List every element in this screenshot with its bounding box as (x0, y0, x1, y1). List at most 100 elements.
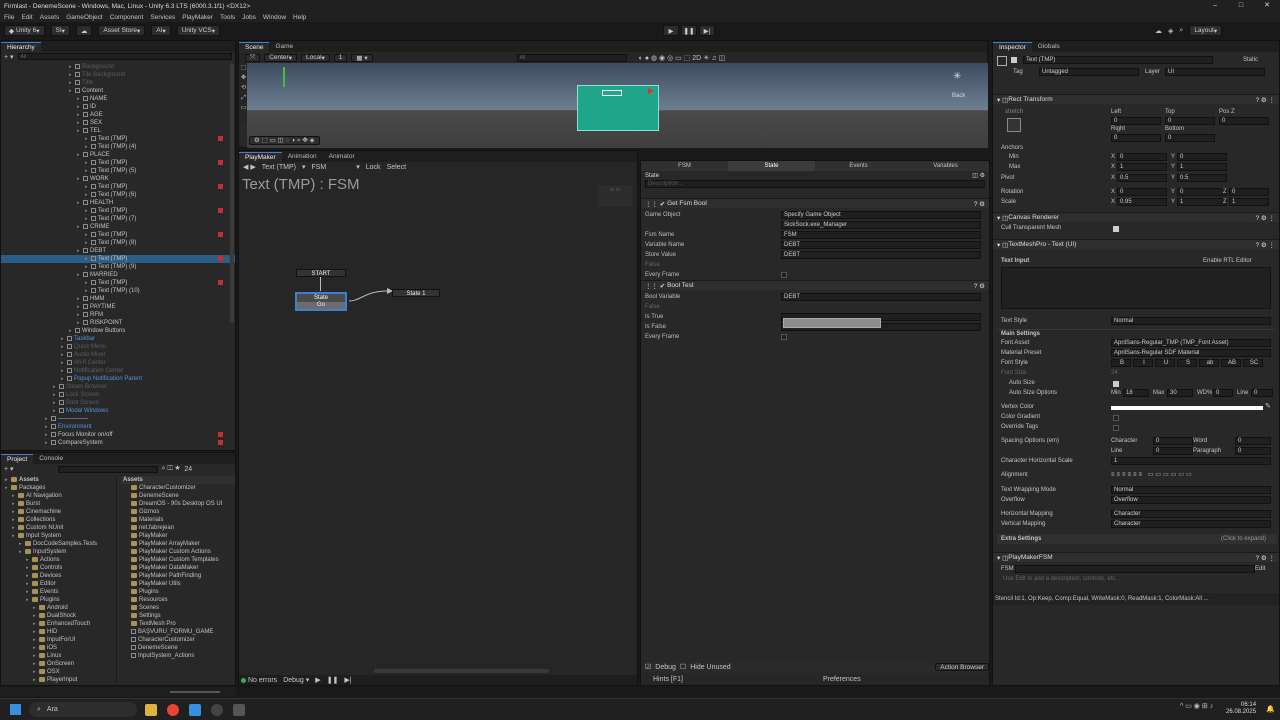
action-param-value[interactable]: SickSock.exe_Manager (781, 221, 981, 229)
project-folder[interactable]: ▸ DualShock (1, 612, 116, 620)
state-node-selected[interactable]: State Go (295, 292, 347, 311)
project-search-input[interactable] (57, 465, 158, 473)
hierarchy-row[interactable]: ▸ Tile Background (1, 71, 235, 79)
font-style-button[interactable]: B (1111, 359, 1131, 367)
filter-icon[interactable]: ⌕ ◫ ★ (162, 465, 181, 473)
play-icon[interactable]: ▶ (663, 25, 679, 36)
hierarchy-row[interactable]: ▸ Text (TMP) (1, 135, 235, 143)
state-name-field[interactable]: State (645, 173, 659, 179)
maximize-icon[interactable]: □ (1228, 0, 1254, 12)
hierarchy-row[interactable]: ▸ Modal Windows (1, 407, 235, 415)
canvas-object[interactable] (577, 85, 659, 131)
state-settings-icon[interactable]: ◫ ⚙ (972, 172, 985, 179)
every-frame-checkbox[interactable] (781, 272, 787, 278)
project-folder[interactable]: ▸ Devices (1, 572, 116, 580)
asset-item[interactable]: PlayMaker ArrayMaker (121, 540, 235, 548)
anchor-preset-icon[interactable] (1007, 118, 1021, 132)
asset-item[interactable]: DenemeScene (121, 644, 235, 652)
scale-x[interactable]: 0.95 (1117, 198, 1167, 206)
action-get-fsm-bool-header[interactable]: ⋮⋮ ✔ Get Fsm Bool ? ⚙ (641, 198, 989, 208)
font-style-button[interactable]: I (1133, 359, 1153, 367)
step-icon[interactable]: ▶| (699, 25, 715, 36)
asset-item[interactable]: Materials (121, 516, 235, 524)
project-folder[interactable]: ▸ Packages (1, 484, 116, 492)
tab-animation[interactable]: Animation (282, 152, 323, 162)
menu-item[interactable]: Component (110, 14, 144, 21)
transform-tools-icon[interactable]: ⬚ ✥ ⟲ ⤢ ▭ (240, 63, 247, 113)
canvas-renderer-header[interactable]: ▾ ◫ Canvas Renderer ? ⚙ ⋮ (993, 212, 1279, 222)
line-field[interactable]: 0 (1251, 389, 1273, 397)
orientation-gizmo-icon[interactable]: ✳ (953, 71, 969, 87)
hierarchy-row[interactable]: ▸ HMM (1, 295, 235, 303)
project-folder[interactable]: ▸ AI Navigation (1, 492, 116, 500)
hierarchy-row[interactable]: ▸ Text (TMP) (6) (1, 191, 235, 199)
fsm-graph[interactable]: Text (TMP) : FSM ▭ ▭ START State Go Stat… (239, 173, 637, 675)
left-field[interactable]: 0 (1111, 117, 1161, 125)
hierarchy-row[interactable]: ▸ Text (TMP) (1, 255, 235, 263)
font-style-button[interactable]: SC (1243, 359, 1263, 367)
hmap-dropdown[interactable]: Character (1111, 510, 1271, 518)
hierarchy-row[interactable]: ▸ Steam Browser (1, 383, 235, 391)
hierarchy-row[interactable]: ▸ Text (TMP) (10) (1, 287, 235, 295)
selected-text-rect[interactable] (602, 90, 622, 96)
scene-viewport[interactable]: ✳ Back (247, 63, 988, 148)
auto-min-field[interactable]: 18 (1123, 389, 1149, 397)
asset-item[interactable]: Scenes (121, 604, 235, 612)
hierarchy-row[interactable]: ▸ ID (1, 103, 235, 111)
pivot-x[interactable]: 0.5 (1117, 174, 1167, 182)
hierarchy-row[interactable]: ▸ Text (TMP) (1, 183, 235, 191)
object-name-field[interactable]: Text (TMP) (1023, 56, 1213, 64)
project-folder[interactable]: ▸ Assets (1, 476, 116, 484)
debug-play-icon[interactable]: ▶ (315, 676, 320, 684)
hierarchy-row[interactable]: ▸ Text (TMP) (9) (1, 263, 235, 271)
nav-arrows-icon[interactable]: ◀ ▶ (243, 163, 256, 171)
project-folder[interactable]: ▸ EnhancedTouch (1, 620, 116, 628)
eyedropper-icon[interactable]: ✎ (1265, 402, 1271, 410)
playmakerfsm-header[interactable]: ▾ ◫ PlayMakerFSM ? ⚙ ⋮ (993, 552, 1279, 562)
project-folder[interactable]: ▸ Editor (1, 580, 116, 588)
wd-field[interactable]: 0 (1213, 389, 1233, 397)
pivot-dropdown[interactable]: Center ▾ (264, 53, 297, 62)
asset-item[interactable]: Settings (121, 612, 235, 620)
project-folder[interactable]: ▸ Input System (1, 532, 116, 540)
tab-hierarchy[interactable]: Hierarchy (1, 42, 41, 52)
hierarchy-scrollbar[interactable] (230, 63, 234, 323)
project-folder[interactable]: ▸ Custom NUnit (1, 524, 116, 532)
word-spacing-field[interactable]: 0 (1235, 437, 1271, 445)
project-folder[interactable]: ▸ HID (1, 628, 116, 636)
hierarchy-row[interactable]: ▸ Text (TMP) (4) (1, 143, 235, 151)
graph-minimap[interactable]: ▭ ▭ (597, 185, 633, 207)
hierarchy-row[interactable]: ▸ Text (TMP) (1, 231, 235, 239)
every-frame-checkbox[interactable] (781, 334, 787, 340)
search-icon[interactable]: ⌕ (1179, 27, 1183, 35)
hide-unused-checkbox[interactable]: ☐ (680, 663, 686, 671)
component-menu-icon[interactable]: ? ⚙ ⋮ (1255, 554, 1275, 562)
project-folder[interactable]: ▸ Controls (1, 564, 116, 572)
hierarchy-row[interactable]: ▸ Boot Screen (1, 399, 235, 407)
project-folder[interactable]: ▸ Burst (1, 500, 116, 508)
layout-dropdown[interactable]: Layout ▾ (1189, 25, 1223, 36)
project-folder[interactable]: ▸ Cinemachine (1, 508, 116, 516)
hierarchy-row[interactable]: ▸ AGE (1, 111, 235, 119)
minimize-icon[interactable]: – (1202, 0, 1228, 12)
tab-animator[interactable]: Animator (323, 152, 361, 162)
project-folder[interactable]: ▸ DocCodeSamples.Tests (1, 540, 116, 548)
hierarchy-row[interactable]: ▸ Text (TMP) (8) (1, 239, 235, 247)
asset-item[interactable]: DenemeScene (121, 492, 235, 500)
override-tags-checkbox[interactable] (1113, 425, 1119, 431)
menu-item[interactable]: File (4, 14, 14, 21)
project-folder[interactable]: ▸ Linux (1, 652, 116, 660)
anchor-min-y[interactable]: 0 (1177, 153, 1227, 161)
action-param-value[interactable]: DEBT (781, 241, 981, 249)
crumb-fsm[interactable]: FSM (311, 164, 326, 171)
hierarchy-row[interactable]: ▸ CompareSystem (1, 439, 235, 446)
hierarchy-row[interactable]: ▸ Text (TMP) (1, 159, 235, 167)
hierarchy-row[interactable]: ▸ CRIME (1, 223, 235, 231)
select-button[interactable]: Select (387, 164, 406, 171)
tab-game[interactable]: Game (269, 42, 299, 52)
action-browser-button[interactable]: Action Browser (935, 663, 989, 671)
scale-y[interactable]: 1 (1177, 198, 1227, 206)
scene-search-input[interactable]: All (516, 53, 627, 62)
project-folder[interactable]: ▸ PlayerInput (1, 676, 116, 684)
move-gizmo-y[interactable] (283, 67, 285, 87)
